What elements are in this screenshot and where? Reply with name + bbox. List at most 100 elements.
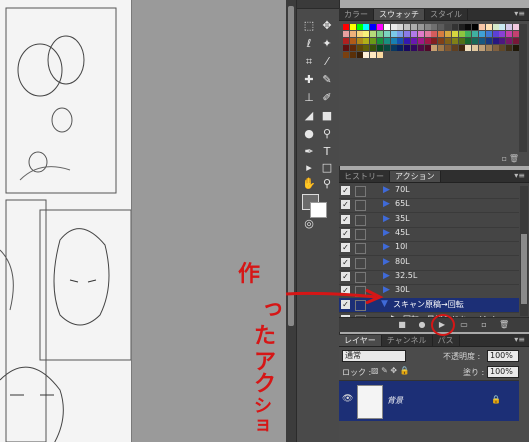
collapsed-triangle-icon[interactable]: ▶ [383, 257, 390, 267]
color-swatch[interactable] [349, 31, 356, 37]
color-swatch[interactable] [417, 38, 424, 44]
color-swatch[interactable] [438, 45, 445, 51]
color-swatch[interactable] [445, 45, 451, 51]
crop-tool-icon[interactable]: ⌗ [301, 54, 317, 70]
new-swatch-icon[interactable]: ▫ [502, 154, 507, 163]
color-swatch[interactable] [383, 31, 390, 37]
color-swatch[interactable] [479, 38, 485, 44]
color-swatch[interactable] [431, 24, 438, 30]
color-swatch[interactable] [417, 31, 424, 37]
tab-color[interactable]: カラー [339, 9, 374, 20]
color-swatch[interactable] [424, 24, 431, 30]
color-swatch[interactable] [499, 45, 506, 51]
fill-input[interactable]: 100% [487, 366, 519, 378]
collapsed-triangle-icon[interactable]: ▶ [383, 228, 390, 238]
color-swatch[interactable] [390, 31, 397, 37]
color-swatch[interactable] [397, 38, 404, 44]
color-swatch[interactable] [363, 24, 370, 30]
dialog-toggle[interactable] [355, 271, 366, 283]
color-swatch[interactable] [438, 24, 445, 30]
color-swatch[interactable] [356, 38, 363, 44]
marquee-tool-icon[interactable]: ⬚ [301, 18, 317, 34]
color-swatch[interactable] [411, 45, 417, 51]
color-swatch[interactable] [431, 45, 438, 51]
color-swatch[interactable] [472, 38, 479, 44]
color-swatch[interactable] [485, 45, 492, 51]
actions-scrollbar[interactable] [520, 186, 528, 316]
color-swatch[interactable] [356, 31, 363, 37]
color-swatch[interactable] [451, 31, 458, 37]
zoom-tool-icon[interactable]: ⚲ [319, 176, 335, 192]
color-swatch[interactable] [411, 24, 417, 30]
color-swatch[interactable] [499, 38, 506, 44]
color-swatch[interactable] [404, 31, 411, 37]
color-swatch[interactable] [445, 24, 451, 30]
color-swatch[interactable] [472, 45, 479, 51]
color-swatch[interactable] [431, 38, 438, 44]
eyedropper-tool-icon[interactable]: ⁄ [319, 54, 335, 70]
color-swatch[interactable] [424, 38, 431, 44]
color-swatch[interactable] [397, 31, 404, 37]
color-swatch[interactable] [397, 45, 404, 51]
tab-channels[interactable]: チャンネル [382, 335, 433, 346]
collapsed-triangle-icon[interactable]: ▶ [383, 214, 390, 224]
document-canvas[interactable] [0, 0, 286, 442]
color-swatch[interactable] [465, 45, 472, 51]
color-swatch[interactable] [492, 45, 499, 51]
color-swatch[interactable] [370, 24, 377, 30]
canvas-vertical-scrollbar[interactable] [286, 0, 296, 442]
blend-mode-select[interactable]: 通常 [342, 350, 406, 362]
color-swatch[interactable] [445, 38, 451, 44]
color-swatch[interactable] [431, 31, 438, 37]
color-swatch[interactable] [377, 31, 383, 37]
stop-button[interactable]: ■ [397, 320, 407, 330]
action-item[interactable]: ✓ ▶ 45L [339, 227, 519, 242]
tab-paths[interactable]: パス [433, 335, 460, 346]
color-swatch[interactable] [458, 45, 465, 51]
color-swatch[interactable] [349, 52, 356, 58]
color-swatch[interactable] [377, 45, 383, 51]
action-toggle-checkbox[interactable]: ✓ [341, 186, 350, 195]
dialog-toggle[interactable] [355, 257, 366, 269]
color-swatch[interactable] [479, 24, 485, 30]
color-swatch[interactable] [451, 38, 458, 44]
color-swatch[interactable] [492, 31, 499, 37]
dialog-toggle[interactable] [355, 228, 366, 240]
color-swatch[interactable] [492, 38, 499, 44]
color-swatch[interactable] [451, 24, 458, 30]
color-swatch[interactable] [370, 52, 377, 58]
dialog-toggle[interactable] [355, 186, 366, 197]
color-swatch[interactable] [506, 38, 513, 44]
action-item[interactable]: ✓ ▶ 65L [339, 198, 519, 214]
new-action-button[interactable]: ▫ [479, 320, 489, 330]
color-swatch[interactable] [383, 38, 390, 44]
color-swatch[interactable] [458, 31, 465, 37]
dialog-toggle[interactable] [355, 243, 366, 255]
delete-swatch-icon[interactable]: 🗑 [509, 154, 519, 163]
collapsed-triangle-icon[interactable]: ▶ [383, 285, 390, 295]
color-swatch[interactable] [424, 45, 431, 51]
color-swatch[interactable] [356, 52, 363, 58]
color-swatch[interactable] [404, 38, 411, 44]
color-swatch[interactable] [465, 38, 472, 44]
color-swatch[interactable] [349, 24, 356, 30]
color-swatch[interactable] [363, 45, 370, 51]
hand-tool-icon[interactable]: ✋ [301, 176, 317, 192]
color-swatch[interactable] [411, 38, 417, 44]
color-swatch[interactable] [472, 31, 479, 37]
tab-styles[interactable]: スタイル [425, 9, 468, 20]
color-swatch[interactable] [506, 45, 513, 51]
color-swatch[interactable] [485, 24, 492, 30]
color-swatch[interactable] [397, 24, 404, 30]
dialog-toggle[interactable] [355, 214, 366, 226]
lasso-tool-icon[interactable]: ℓ [301, 36, 317, 52]
eraser-tool-icon[interactable]: ◢ [301, 108, 317, 124]
color-swatch[interactable] [377, 52, 383, 58]
color-swatch[interactable] [479, 45, 485, 51]
color-swatch[interactable] [499, 31, 506, 37]
color-swatch[interactable] [363, 38, 370, 44]
action-toggle-checkbox[interactable]: ✓ [341, 200, 350, 210]
color-swatch[interactable] [472, 24, 479, 30]
tab-swatches[interactable]: スウォッチ [374, 9, 425, 20]
color-swatch[interactable] [343, 24, 349, 30]
